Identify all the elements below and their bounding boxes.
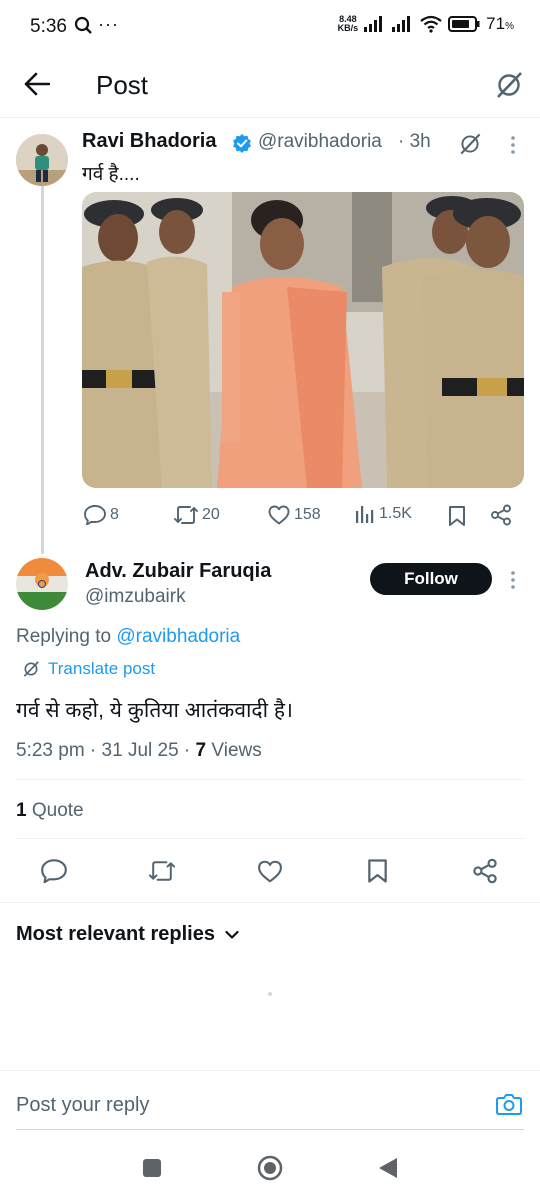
- signal-2-icon: [392, 16, 414, 32]
- replies-sort-label: Most relevant replies: [16, 923, 215, 945]
- post-text: गर्व है....: [82, 164, 140, 185]
- views-chart-icon: [355, 505, 375, 523]
- like-count: 158: [294, 506, 321, 523]
- reply-text: गर्व से कहो, ये कुतिया आतंकवादी है।: [16, 699, 293, 722]
- divider: [0, 1070, 540, 1071]
- post-image[interactable]: [82, 192, 524, 488]
- repost-icon: [174, 505, 198, 525]
- reply-main-icon[interactable]: [41, 859, 67, 883]
- replying-to: Replying to @ravibhadoria: [16, 626, 240, 648]
- divider: [16, 838, 524, 839]
- grok-post-icon[interactable]: [458, 132, 482, 156]
- divider: [16, 779, 524, 780]
- views-count: 1.5K: [379, 505, 412, 522]
- bookmark-icon[interactable]: [448, 505, 466, 527]
- reply-more-options-icon[interactable]: [511, 571, 515, 589]
- battery-unit: %: [505, 21, 514, 32]
- signal-icon: [364, 16, 386, 32]
- repost-main-icon[interactable]: [148, 860, 176, 882]
- replying-to-handle[interactable]: @ravibhadoria: [116, 626, 240, 647]
- timestamp-text: 5:23 pm · 31 Jul 25 ·: [16, 740, 196, 761]
- battery-level: 71%: [486, 14, 514, 34]
- quote-count-row[interactable]: 1 Quote: [16, 800, 84, 822]
- quote-count: 1: [16, 800, 27, 821]
- views-label: Views: [206, 740, 262, 761]
- follow-button[interactable]: Follow: [370, 563, 492, 595]
- home-icon[interactable]: [257, 1155, 283, 1181]
- like-main-icon[interactable]: [257, 860, 283, 883]
- recent-apps-icon[interactable]: [143, 1159, 161, 1177]
- more-notifications-icon: ···: [98, 14, 119, 34]
- post-time: · 3h: [398, 131, 431, 152]
- translate-post[interactable]: Translate post: [22, 659, 155, 679]
- quote-label: Quote: [26, 800, 84, 821]
- status-time: 5:36: [30, 16, 67, 37]
- more-options-icon[interactable]: [511, 136, 515, 154]
- reply-author-handle[interactable]: @imzubairk: [85, 586, 186, 608]
- reply-input-placeholder: Post your reply: [16, 1094, 150, 1116]
- network-speed: 8.48 KB/s: [338, 15, 359, 33]
- page-title: Post: [96, 70, 149, 100]
- wifi-icon: [420, 15, 442, 33]
- status-bar: 5:36 ··· 8.48 KB/s 71%: [0, 0, 540, 54]
- status-right: 8.48 KB/s 71%: [338, 14, 514, 34]
- replies-sort-dropdown[interactable]: Most relevant replies: [16, 923, 239, 946]
- views-action[interactable]: 1.5K: [355, 505, 412, 523]
- heart-icon: [268, 505, 290, 525]
- translate-post-label[interactable]: Translate post: [48, 659, 155, 679]
- reply-composer[interactable]: Post your reply: [16, 1080, 524, 1130]
- grok-icon[interactable]: [494, 70, 524, 100]
- post-timestamp: 5:23 pm · 31 Jul 25 · 7 Views: [16, 740, 262, 762]
- like-action[interactable]: 158: [268, 505, 321, 525]
- thread-line: [41, 186, 44, 554]
- bookmark-main-icon[interactable]: [367, 858, 388, 884]
- avatar-zubair[interactable]: [16, 558, 68, 610]
- post-author-handle[interactable]: @ravibhadoria: [258, 131, 382, 153]
- repost-count: 20: [202, 506, 220, 523]
- reply-author-name[interactable]: Adv. Zubair Faruqia: [85, 560, 271, 583]
- loading-indicator: [268, 992, 272, 996]
- header: Post: [0, 54, 540, 118]
- share-icon[interactable]: [490, 504, 512, 526]
- search-status-icon: [74, 16, 94, 36]
- share-main-icon[interactable]: [472, 858, 498, 884]
- post-author-name[interactable]: Ravi Bhadoria: [82, 130, 216, 153]
- reply-action[interactable]: 8: [84, 505, 119, 525]
- verified-badge-icon: [232, 133, 252, 153]
- back-arrow-icon[interactable]: [24, 72, 50, 96]
- replying-prefix: Replying to: [16, 626, 117, 647]
- battery-value: 71: [486, 14, 506, 33]
- network-speed-unit: KB/s: [337, 23, 359, 33]
- battery-icon: [448, 16, 480, 32]
- reply-count: 8: [110, 506, 119, 523]
- back-nav-icon[interactable]: [378, 1157, 398, 1179]
- views-number: 7: [195, 740, 207, 761]
- avatar-ravi[interactable]: [16, 134, 68, 186]
- repost-action[interactable]: 20: [174, 505, 220, 525]
- divider: [0, 902, 540, 903]
- reply-icon: [84, 505, 106, 525]
- grok-translate-icon: [22, 660, 40, 678]
- chevron-down-icon: [225, 930, 239, 940]
- camera-icon[interactable]: [496, 1092, 522, 1116]
